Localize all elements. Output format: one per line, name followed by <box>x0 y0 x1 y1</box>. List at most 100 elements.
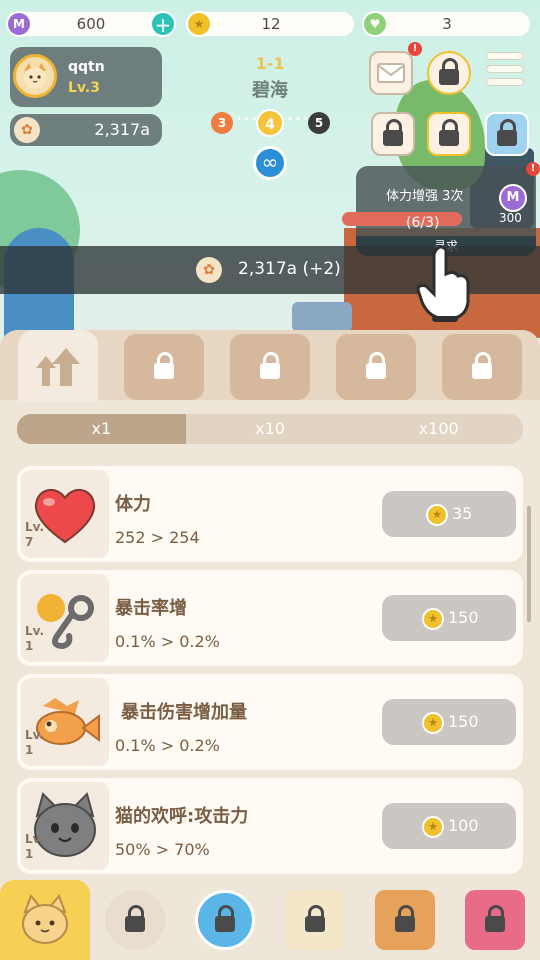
upgrade-buy-button[interactable]: ★ 150 <box>382 699 516 745</box>
lock-icon <box>366 352 386 379</box>
level-prefix: Lv. <box>25 832 45 846</box>
coin-icon: ★ <box>422 816 444 838</box>
multiplier-x100[interactable]: x100 <box>354 414 523 444</box>
shop-icon <box>465 890 525 950</box>
multiplier-x1[interactable]: x1 <box>17 414 186 444</box>
player-name: qqtn <box>68 59 105 75</box>
lock-icon <box>383 119 403 146</box>
paw-icon: ✿ <box>196 257 222 283</box>
lock-icon <box>439 58 459 85</box>
quest-title: 体力增强 3次 <box>386 189 464 204</box>
dock-decoration <box>292 302 352 332</box>
multiplier-x10[interactable]: x10 <box>186 414 355 444</box>
level-number: 1 <box>25 743 34 757</box>
upgrade-buy-button[interactable]: ★ 100 <box>382 803 516 849</box>
nav-cat[interactable] <box>0 880 90 960</box>
upgrade-arrows-icon <box>36 348 80 386</box>
paw-icon: ✿ <box>14 117 40 143</box>
tab-locked-4[interactable] <box>442 334 522 400</box>
stage-prev: 3 <box>211 112 233 134</box>
nav-chest[interactable] <box>360 880 450 960</box>
stamina-counter: ♥ 3 <box>362 11 530 37</box>
lock-icon <box>439 119 459 146</box>
upgrade-cost: 100 <box>448 816 479 835</box>
player-profile[interactable]: qqtn Lv.3 <box>10 47 162 107</box>
category-tabs <box>0 330 540 402</box>
infinity-icon[interactable]: ∞ <box>253 146 287 180</box>
upgrade-cost: 150 <box>448 712 479 731</box>
tab-locked-2[interactable] <box>230 334 310 400</box>
upgrade-name: 体力 <box>115 494 151 515</box>
upgrade-buy-button[interactable]: ★ 150 <box>382 595 516 641</box>
income-text: 2,317a (+2) <box>238 259 341 279</box>
stage-id: 1-1 <box>255 54 285 73</box>
stage-current: 4 <box>256 109 284 137</box>
lock-icon <box>260 352 280 379</box>
upgrade-name: 猫的欢呼:攻击力 <box>115 806 249 827</box>
upgrade-value: 0.1% > 0.2% <box>115 632 220 651</box>
upgrade-level: Lv. 7 <box>25 520 44 550</box>
scrollbar[interactable] <box>527 506 531 622</box>
upgrade-buy-button[interactable]: ★ 35 <box>382 491 516 537</box>
quest-reward-gem-icon: M <box>499 184 527 212</box>
upgrade-value: 252 > 254 <box>115 528 200 547</box>
upgrade-cost: 150 <box>448 608 479 627</box>
gem-amount: 600 <box>76 15 106 33</box>
upgrade-cost: 35 <box>452 504 473 523</box>
fishbowl-icon <box>195 890 255 950</box>
locked-feature-button-1[interactable] <box>427 51 471 95</box>
nav-fishbowl[interactable] <box>180 880 270 960</box>
scroll-map-icon <box>285 890 345 950</box>
menu-bar <box>486 52 524 60</box>
menu-button[interactable] <box>486 52 524 91</box>
add-gems-button[interactable]: + <box>150 11 176 37</box>
lock-icon <box>154 352 174 379</box>
locked-feature-button-3[interactable] <box>485 112 529 156</box>
quest-card[interactable]: 体力增强 3次 (6/3) M 300 寻求 <box>342 166 536 256</box>
coin-icon: ★ <box>186 11 212 37</box>
coin-icon: ★ <box>422 712 444 734</box>
upgrade-value: 0.1% > 0.2% <box>115 736 220 755</box>
mail-button[interactable] <box>369 51 413 95</box>
tab-locked-3[interactable] <box>336 334 416 400</box>
locked-trophy-button[interactable] <box>427 112 471 156</box>
coin-icon: ★ <box>422 608 444 630</box>
coin-amount: 12 <box>261 15 281 33</box>
upgrade-panel: x1 x10 x100 Lv. 7 体力 252 > 254 ★ 35 Lv. … <box>0 330 540 960</box>
quest-progress-text: (6/3) <box>406 215 440 231</box>
lock-icon <box>395 905 415 932</box>
treasure-chest-icon <box>375 890 435 950</box>
cat-avatar-icon <box>24 63 46 89</box>
stage-next: 5 <box>308 112 330 134</box>
lock-icon <box>485 905 505 932</box>
quest-notification-dot: ! <box>526 162 540 176</box>
lock-icon <box>472 352 492 379</box>
nav-shop[interactable] <box>450 880 540 960</box>
fishing-rod-icon <box>105 890 165 950</box>
quest-progress-bar <box>342 212 462 226</box>
mail-notification-dot: ! <box>408 42 422 56</box>
upgrade-row-stamina: Lv. 7 体力 252 > 254 ★ 35 <box>17 466 523 562</box>
coin-counter: ★ 12 <box>186 11 354 37</box>
level-prefix: Lv. <box>25 728 45 742</box>
upgrade-level: Lv. 1 <box>25 624 44 654</box>
mail-icon <box>377 63 405 83</box>
nav-fishing-rod[interactable] <box>90 880 180 960</box>
upgrade-name: 暴击伤害增加量 <box>121 702 247 723</box>
tutorial-hand-pointer-icon <box>416 245 470 322</box>
paw-total: 2,317a <box>94 120 150 139</box>
lock-icon <box>305 905 325 932</box>
upgrade-row-cat-cheer: Lv. 1 猫的欢呼:攻击力 50% > 70% ★ 100 <box>17 778 523 874</box>
stage-name: 碧海 <box>252 80 288 101</box>
tab-locked-1[interactable] <box>124 334 204 400</box>
tab-upgrade[interactable] <box>18 330 98 402</box>
cat-face-icon <box>22 894 68 944</box>
locked-feature-button-2[interactable] <box>371 112 415 156</box>
level-number: 1 <box>25 639 34 653</box>
stamina-amount: 3 <box>442 15 452 33</box>
level-prefix: Lv. <box>25 520 45 534</box>
level-prefix: Lv. <box>25 624 45 638</box>
paw-total-panel: ✿ 2,317a <box>10 114 162 146</box>
multiplier-selector: x1 x10 x100 <box>17 414 523 444</box>
nav-map[interactable] <box>270 880 360 960</box>
